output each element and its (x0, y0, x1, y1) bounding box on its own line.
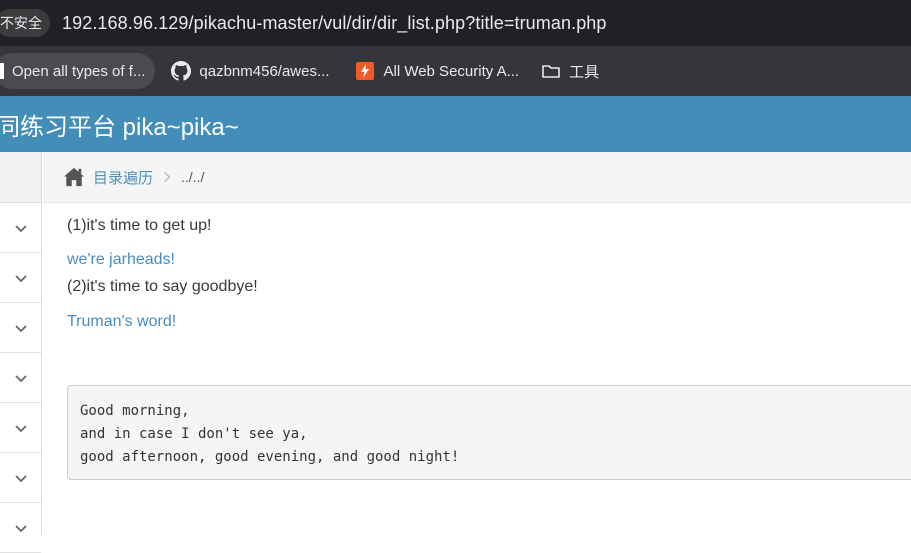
github-icon (171, 61, 192, 81)
breadcrumb-link[interactable]: 目录遍历 (93, 167, 153, 188)
sidebar-item[interactable] (0, 303, 41, 353)
chevron-down-icon (14, 274, 27, 282)
jarheads-link[interactable]: we're jarheads! (67, 251, 175, 269)
folder-icon (541, 61, 561, 81)
chevron-right-icon (163, 171, 171, 183)
content-line-2: (2)it's time to say goodbye! (67, 278, 258, 295)
home-icon[interactable] (63, 167, 85, 187)
sidebar-item[interactable] (0, 453, 41, 503)
address-bar: 不安全 192.168.96.129/pikachu-master/vul/di… (0, 0, 911, 46)
page-icon (0, 63, 4, 79)
sidebar-toggle-area (0, 152, 41, 203)
sidebar-item[interactable] (0, 403, 41, 453)
bookmark-label: All Web Security A... (383, 62, 520, 80)
app-title[interactable]: 同练习平台 pika~pika~ (0, 107, 239, 142)
code-block: Good morning, and in case I don't see ya… (67, 385, 911, 480)
bookmark-label: 工具 (569, 63, 600, 81)
app-header: 同练习平台 pika~pika~ (0, 96, 911, 152)
bookmark-label: Open all types of f... (12, 62, 146, 80)
security-label: 不安全 (0, 15, 42, 31)
sidebar-item[interactable] (0, 253, 41, 303)
security-badge[interactable]: 不安全 (0, 9, 50, 37)
chevron-down-icon (14, 474, 27, 482)
bookmark-open-all-types[interactable]: Open all types of f... (0, 53, 156, 89)
bookmark-qazbnm456[interactable]: qazbnm456/awes... (163, 53, 337, 89)
chevron-down-icon (14, 424, 27, 432)
bookmark-folder-tools[interactable]: 工具 (533, 53, 607, 89)
content-line-1: (1)it's time to get up! (67, 217, 212, 234)
bookmark-label: qazbnm456/awes... (199, 62, 330, 80)
sidebar (0, 152, 42, 553)
bookmark-all-web-security[interactable]: All Web Security A... (347, 53, 527, 89)
breadcrumb: 目录遍历 ../../ (43, 152, 911, 203)
truman-word-link[interactable]: Truman's word! (67, 313, 176, 331)
sidebar-item[interactable] (0, 203, 41, 253)
chevron-down-icon (14, 224, 27, 232)
chevron-down-icon (14, 374, 27, 382)
bolt-icon (355, 61, 375, 81)
chevron-down-icon (14, 324, 27, 332)
breadcrumb-current: ../../ (181, 169, 205, 185)
sidebar-item[interactable] (0, 353, 41, 403)
chevron-down-icon (14, 524, 27, 532)
bookmarks-bar: Open all types of f... qazbnm456/awes...… (0, 46, 911, 96)
url-field[interactable]: 192.168.96.129/pikachu-master/vul/dir/di… (62, 13, 607, 34)
sidebar-item[interactable] (0, 503, 41, 553)
